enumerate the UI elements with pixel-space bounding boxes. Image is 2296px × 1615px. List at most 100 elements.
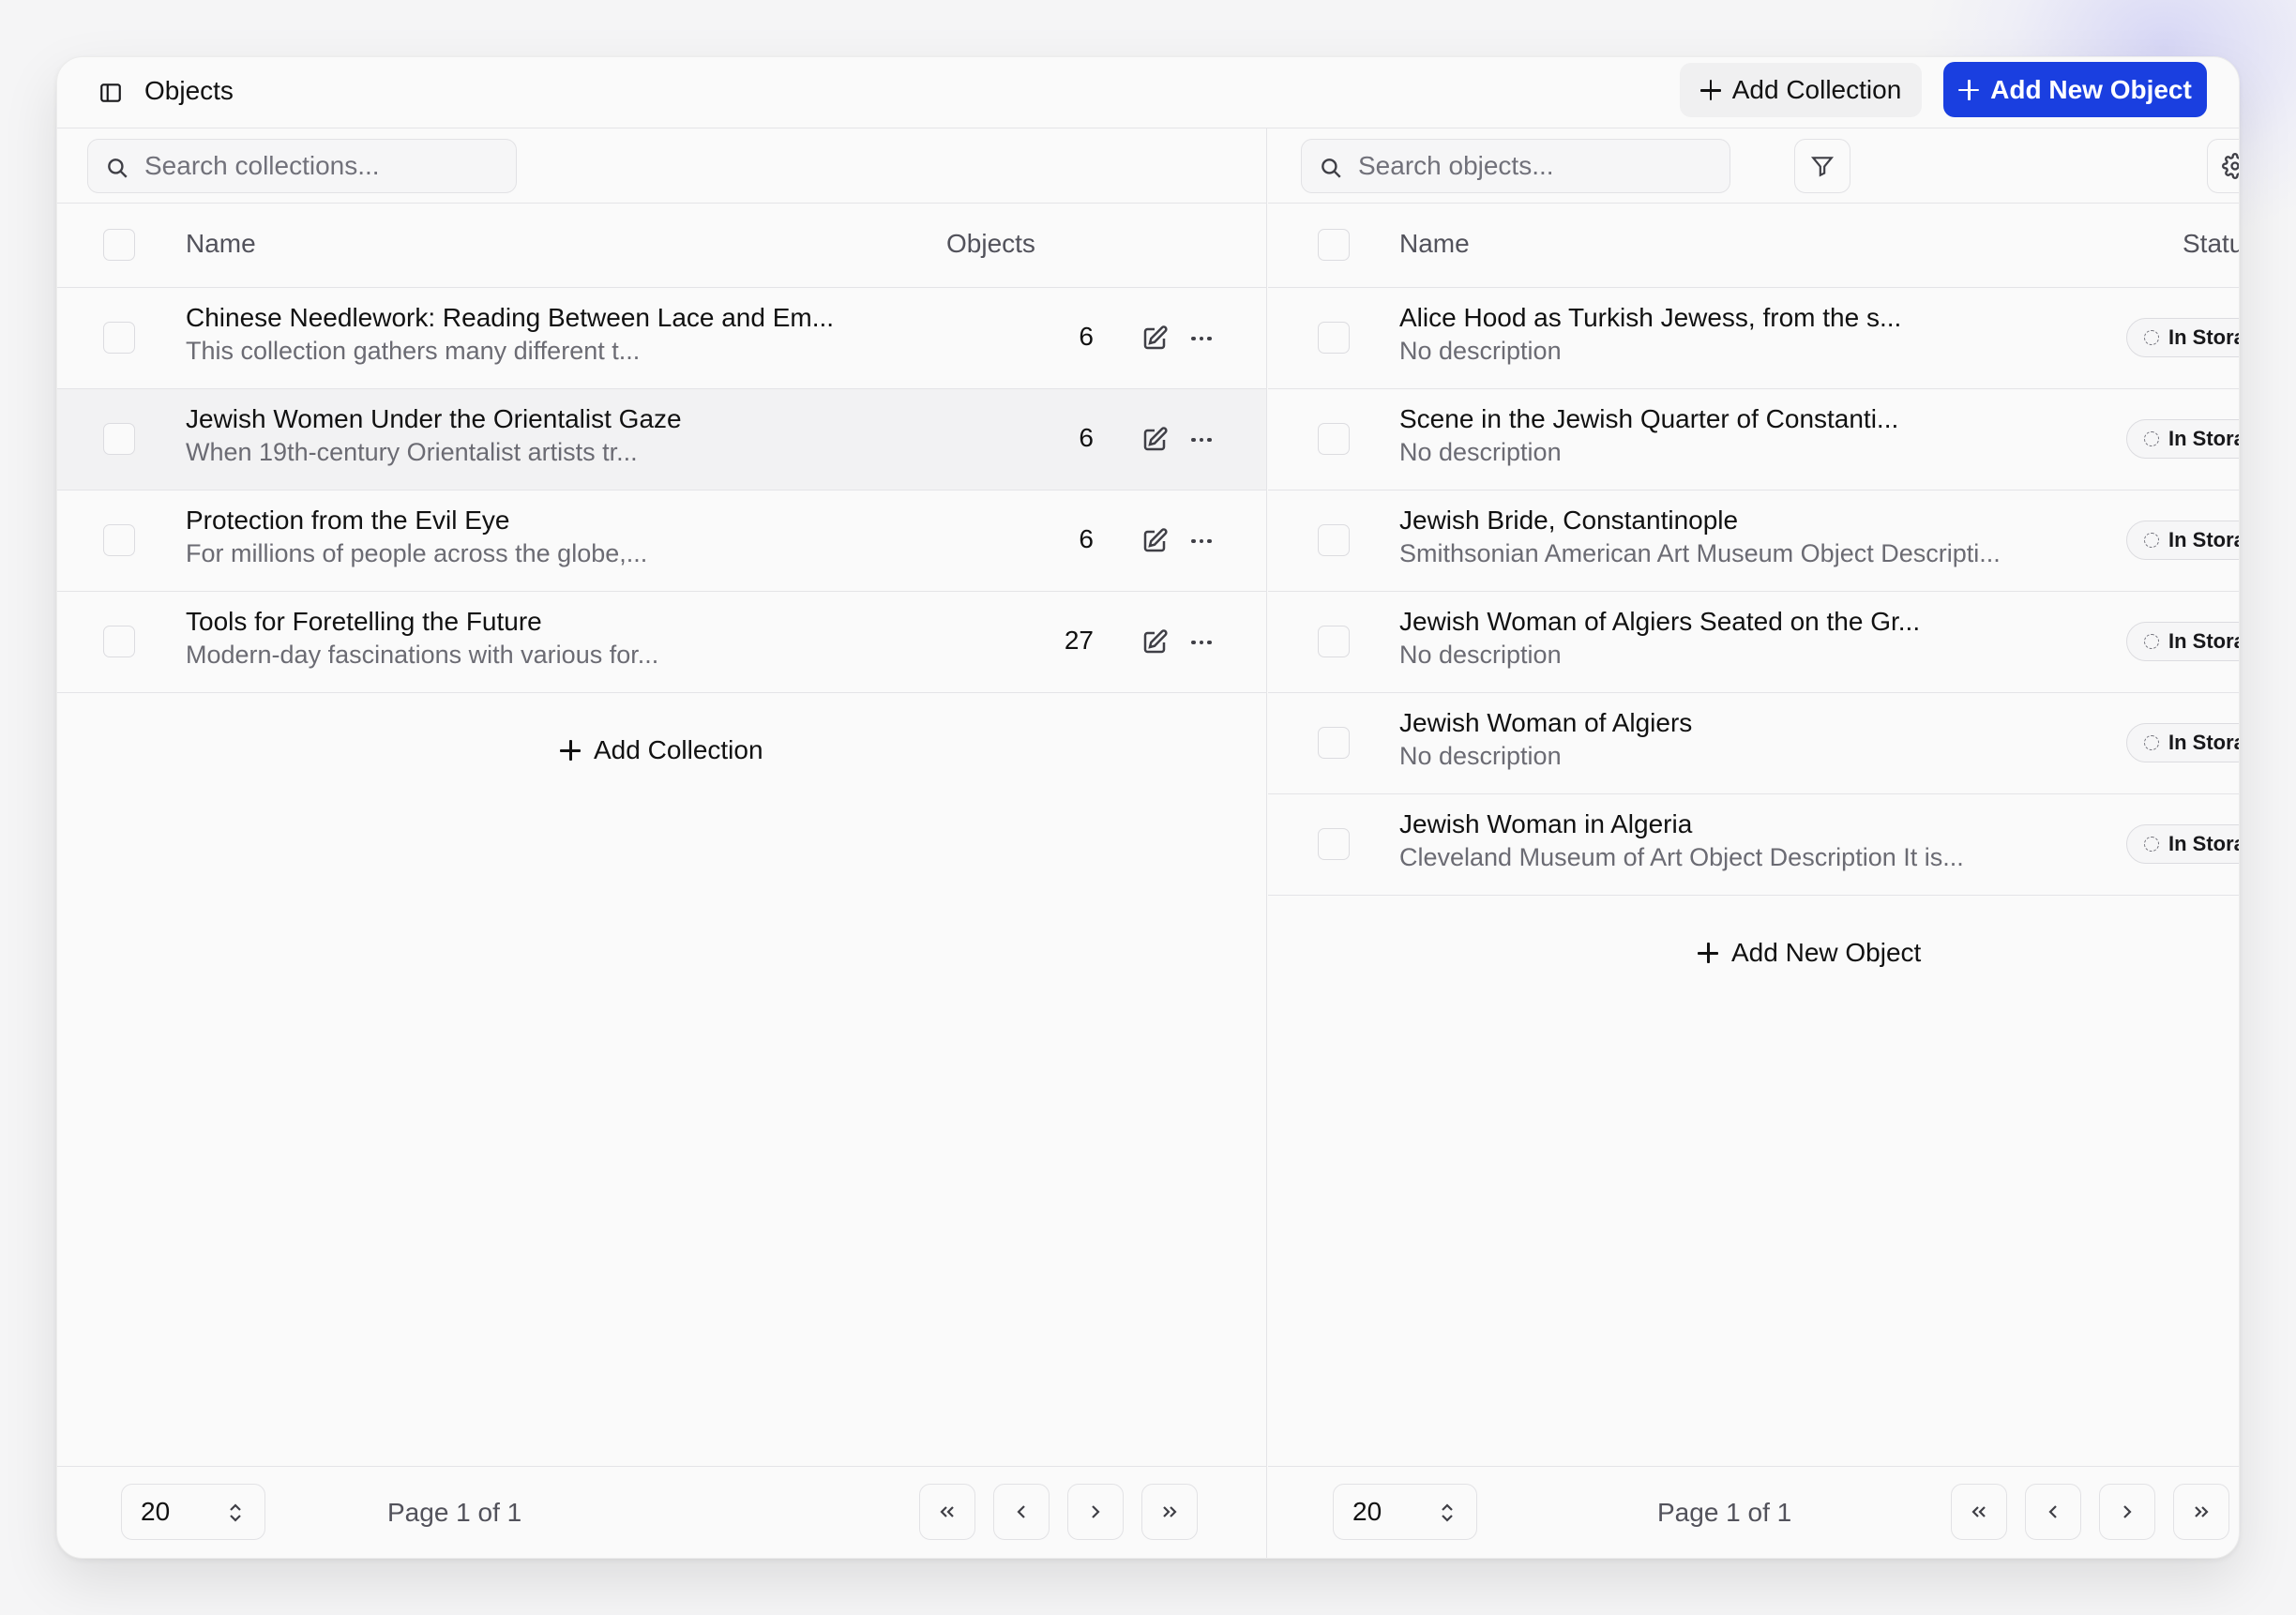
collections-table-header: Name Objects: [57, 204, 1266, 288]
status-badge: In Storage: [2126, 318, 2239, 357]
row-checkbox[interactable]: [1318, 828, 1350, 860]
select-all-checkbox[interactable]: [103, 229, 135, 261]
collection-description: For millions of people across the globe,…: [186, 539, 648, 567]
status-label: In Storage: [2168, 325, 2239, 349]
object-title: Jewish Woman in Algeria: [1399, 809, 1693, 838]
status-label: In Storage: [2168, 731, 2239, 754]
page-title: Objects: [144, 76, 234, 105]
objects-search: [1301, 139, 1730, 193]
add-new-object-link-label: Add New Object: [1731, 938, 1922, 967]
plus-icon: [1698, 943, 1718, 963]
table-row[interactable]: Jewish Women Under the Orientalist Gaze …: [57, 389, 1266, 491]
status-dot-icon: [2144, 431, 2159, 446]
status-badge: In Storage: [2126, 622, 2239, 661]
more-options-icon[interactable]: [1187, 527, 1216, 555]
object-description: No description: [1399, 438, 1562, 466]
more-options-icon[interactable]: [1187, 325, 1216, 353]
add-collection-link[interactable]: Add Collection: [560, 735, 763, 765]
plus-icon: [560, 740, 581, 761]
collections-search-input[interactable]: [144, 149, 506, 183]
edit-icon[interactable]: [1140, 426, 1169, 454]
more-options-icon[interactable]: [1187, 628, 1216, 657]
status-dot-icon: [2144, 634, 2159, 649]
row-checkbox[interactable]: [1318, 322, 1350, 354]
object-title: Jewish Bride, Constantinople: [1399, 506, 1739, 535]
row-checkbox[interactable]: [103, 524, 135, 556]
add-collection-button[interactable]: Add Collection: [1680, 63, 1922, 117]
table-row[interactable]: Jewish Woman of Algiers No description I…: [1268, 693, 2239, 794]
first-page-button[interactable]: [1951, 1484, 2007, 1540]
object-description: Cleveland Museum of Art Object Descripti…: [1399, 843, 1964, 871]
status-dot-icon: [2144, 837, 2159, 852]
object-description: No description: [1399, 641, 1562, 669]
collection-description: When 19th-century Orientalist artists tr…: [186, 438, 638, 466]
filter-button[interactable]: [1794, 139, 1850, 193]
collections-pagination: 20 Page 1 of 1: [57, 1466, 1266, 1558]
column-header-objects[interactable]: Objects: [946, 229, 1035, 259]
last-page-button[interactable]: [2173, 1484, 2229, 1540]
chevron-left-icon: [1017, 1505, 1025, 1518]
add-new-object-link[interactable]: Add New Object: [1698, 938, 1921, 968]
more-options-icon[interactable]: [1187, 426, 1216, 454]
chevron-right-icon: [2123, 1505, 2132, 1518]
object-count: 27: [1064, 626, 1094, 655]
add-new-object-button[interactable]: Add New Object: [1943, 62, 2207, 117]
row-checkbox[interactable]: [103, 423, 135, 455]
objects-pagination: 20 Page 1 of 1: [1268, 1466, 2239, 1558]
table-row[interactable]: Chinese Needlework: Reading Between Lace…: [57, 288, 1266, 389]
column-header-status[interactable]: Status: [2183, 229, 2239, 259]
table-row[interactable]: Tools for Foretelling the Future Modern-…: [57, 592, 1266, 693]
table-row[interactable]: Alice Hood as Turkish Jewess, from the s…: [1268, 288, 2239, 389]
settings-button[interactable]: [2207, 139, 2239, 193]
collection-title: Protection from the Evil Eye: [186, 506, 510, 535]
object-count: 6: [1079, 423, 1094, 452]
collections-search: [87, 139, 517, 193]
page-size-value: 20: [1352, 1497, 1382, 1526]
row-checkbox[interactable]: [1318, 524, 1350, 556]
table-row[interactable]: Scene in the Jewish Quarter of Constanti…: [1268, 389, 2239, 491]
page-size-select[interactable]: 20: [121, 1484, 265, 1540]
row-checkbox[interactable]: [1318, 727, 1350, 759]
collection-title: Chinese Needlework: Reading Between Lace…: [186, 303, 835, 332]
gear-icon: [2222, 153, 2239, 179]
collection-title: Tools for Foretelling the Future: [186, 607, 542, 636]
status-badge: In Storage: [2126, 419, 2239, 459]
status-dot-icon: [2144, 330, 2159, 345]
next-page-button[interactable]: [2099, 1484, 2155, 1540]
column-header-name[interactable]: Name: [1399, 229, 1470, 259]
plus-icon: [1699, 80, 1721, 100]
edit-icon[interactable]: [1140, 628, 1169, 657]
status-label: In Storage: [2168, 427, 2239, 450]
select-all-checkbox[interactable]: [1318, 229, 1350, 261]
row-checkbox[interactable]: [1318, 626, 1350, 657]
object-description: Smithsonian American Art Museum Object D…: [1399, 539, 2001, 567]
object-count: 6: [1079, 524, 1094, 553]
edit-icon[interactable]: [1140, 325, 1169, 353]
objects-search-input[interactable]: [1358, 149, 1720, 183]
add-collection-link-label: Add Collection: [594, 735, 763, 764]
row-checkbox[interactable]: [103, 626, 135, 657]
table-row[interactable]: Jewish Woman in Algeria Cleveland Museum…: [1268, 794, 2239, 896]
previous-page-button[interactable]: [2025, 1484, 2081, 1540]
column-header-name[interactable]: Name: [186, 229, 256, 259]
chevron-right-icon: [1092, 1505, 1100, 1518]
last-page-button[interactable]: [1141, 1484, 1198, 1540]
collections-pane: Name Objects Chinese Needlework: Reading…: [57, 128, 1267, 1558]
status-label: In Storage: [2168, 832, 2239, 855]
table-row[interactable]: Jewish Woman of Algiers Seated on the Gr…: [1268, 592, 2239, 693]
previous-page-button[interactable]: [993, 1484, 1050, 1540]
row-checkbox[interactable]: [103, 322, 135, 354]
chevron-left-icon: [2048, 1505, 2057, 1518]
table-row[interactable]: Protection from the Evil Eye For million…: [57, 491, 1266, 592]
sidebar-icon[interactable]: [98, 81, 123, 105]
first-page-button[interactable]: [919, 1484, 975, 1540]
row-checkbox[interactable]: [1318, 423, 1350, 455]
object-title: Jewish Woman of Algiers Seated on the Gr…: [1399, 607, 1921, 636]
next-page-button[interactable]: [1067, 1484, 1124, 1540]
collection-title: Jewish Women Under the Orientalist Gaze: [186, 404, 682, 433]
table-row[interactable]: Jewish Bride, Constantinople Smithsonian…: [1268, 491, 2239, 592]
object-title: Jewish Woman of Algiers: [1399, 708, 1693, 737]
edit-icon[interactable]: [1140, 527, 1169, 555]
page-size-select[interactable]: 20: [1333, 1484, 1477, 1540]
status-badge: In Storage: [2126, 723, 2239, 762]
